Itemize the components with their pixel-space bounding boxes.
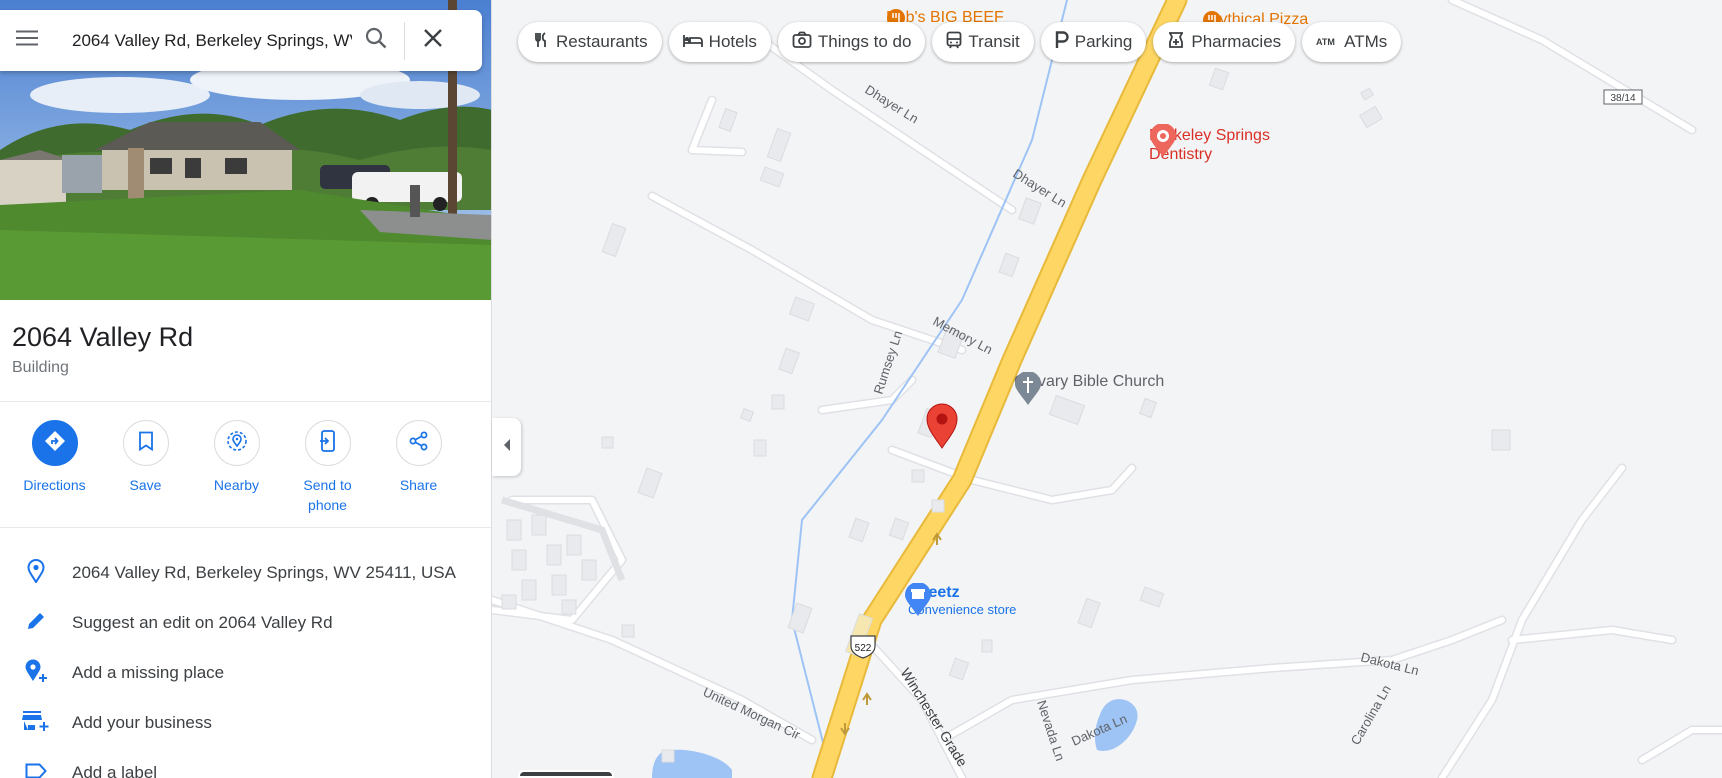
info-row-suggest-edit[interactable]: Suggest an edit on 2064 Valley Rd	[0, 598, 491, 648]
directions-button[interactable]: Directions	[9, 420, 100, 515]
layers-thumbnail[interactable]	[518, 770, 614, 778]
share-circle	[395, 420, 442, 466]
svg-text:38/14: 38/14	[1610, 93, 1635, 104]
svg-text:522: 522	[855, 643, 872, 654]
chip-hotels[interactable]: Hotels	[668, 22, 771, 62]
bookmark-icon	[138, 431, 154, 456]
road-label-united-morgan: United Morgan Cir	[701, 684, 804, 742]
chip-label: Pharmacies	[1191, 32, 1282, 51]
info-list: 2064 Valley Rd, Berkeley Springs, WV 254…	[0, 548, 491, 778]
add-business-icon	[22, 710, 50, 737]
road-label-winchester: Winchester Grade	[897, 665, 970, 769]
map-canvas[interactable]: Dhayer Ln Dhayer Ln Memory Ln Rumsey Ln …	[492, 0, 1722, 778]
info-row-add-missing-place[interactable]: Add a missing place	[0, 648, 491, 698]
label-icon	[25, 763, 47, 778]
pharmacy-icon	[1167, 31, 1185, 54]
chip-label: Parking	[1074, 32, 1133, 51]
share-icon	[409, 431, 429, 456]
menu-button[interactable]	[0, 10, 54, 71]
info-text: 2064 Valley Rd, Berkeley Springs, WV 254…	[72, 563, 456, 582]
info-row-address[interactable]: 2064 Valley Rd, Berkeley Springs, WV 254…	[0, 548, 491, 598]
chip-label: Transit	[968, 32, 1020, 51]
add-place-icon	[24, 659, 48, 688]
action-label: Share	[399, 477, 438, 493]
directions-icon	[44, 430, 66, 457]
road-label-carolina: Carolina Ln	[1348, 682, 1394, 747]
close-button[interactable]	[409, 17, 457, 65]
save-button[interactable]: Save	[100, 420, 191, 515]
location-pin-icon	[27, 558, 45, 588]
place-photo[interactable]	[0, 0, 491, 300]
nearby-icon	[226, 430, 248, 457]
place-type[interactable]: Building	[12, 359, 69, 377]
chip-restaurants[interactable]: Restaurants	[518, 22, 662, 62]
send-to-phone-circle	[304, 420, 351, 466]
place-title: 2064 Valley Rd	[12, 322, 194, 352]
side-panel: 2064 Valley Rd Building Directions Save …	[0, 0, 492, 778]
share-button[interactable]: Share	[373, 420, 464, 515]
info-text: Add your business	[72, 713, 212, 732]
search-box	[0, 10, 482, 71]
route-badge: 38/14	[1603, 89, 1643, 105]
category-chips: Restaurants Hotels Things to do Transit …	[518, 22, 1402, 62]
parking-icon	[1055, 30, 1069, 54]
nearby-button[interactable]: Nearby	[191, 420, 282, 515]
chip-atms[interactable]: ATM ATMs	[1302, 22, 1402, 62]
chip-pharmacies[interactable]: Pharmacies	[1153, 22, 1296, 62]
collapse-panel-button[interactable]	[492, 418, 521, 476]
transit-icon	[946, 31, 962, 54]
search-separator	[404, 21, 405, 60]
chip-label: ATMs	[1344, 32, 1388, 51]
chip-label: Things to do	[817, 32, 912, 51]
hamburger-icon	[16, 30, 38, 51]
close-icon	[424, 29, 442, 52]
svg-text:ATM: ATM	[1316, 37, 1335, 47]
send-to-phone-button[interactable]: Send to phone	[282, 420, 373, 515]
divider	[0, 401, 491, 402]
chevron-left-icon	[503, 438, 511, 456]
info-text: Suggest an edit on 2064 Valley Rd	[72, 613, 333, 632]
restaurant-icon	[532, 31, 550, 54]
action-label: Send to phone	[303, 477, 352, 513]
directions-circle	[31, 420, 78, 466]
road-label-nevada: Nevada Ln	[1034, 698, 1068, 762]
save-circle	[122, 420, 169, 466]
chip-transit[interactable]: Transit	[932, 22, 1034, 62]
search-button[interactable]	[352, 17, 400, 65]
send-to-phone-icon	[319, 429, 337, 457]
info-row-add-business[interactable]: Add your business	[0, 698, 491, 748]
hotel-icon	[682, 32, 703, 53]
action-buttons: Directions Save Nearby Send to phone Sha…	[0, 420, 491, 515]
info-text: Add a missing place	[72, 663, 225, 682]
poi-dentistry[interactable]: Berkeley Springs Dentistry	[1149, 124, 1289, 164]
nearby-circle	[213, 420, 260, 466]
chip-label: Hotels	[708, 32, 757, 51]
poi-sheetz[interactable]: Sheetz Convenience store	[904, 583, 1016, 617]
chip-parking[interactable]: Parking	[1040, 22, 1147, 62]
info-row-add-label[interactable]: Add a label	[0, 748, 491, 778]
action-label: Nearby	[213, 477, 260, 493]
atm-icon: ATM	[1316, 32, 1338, 52]
poi-calvary-bible-church[interactable]: Calvary Bible Church	[1014, 372, 1168, 405]
info-text: Add a label	[72, 763, 158, 778]
camera-icon	[792, 31, 812, 54]
divider	[0, 527, 491, 528]
chip-things-to-do[interactable]: Things to do	[777, 22, 926, 62]
action-label: Directions	[23, 477, 86, 493]
search-icon	[365, 27, 387, 54]
pencil-icon	[26, 611, 46, 636]
action-label: Save	[129, 477, 162, 493]
search-input[interactable]	[72, 20, 352, 61]
chip-label: Restaurants	[556, 32, 648, 51]
